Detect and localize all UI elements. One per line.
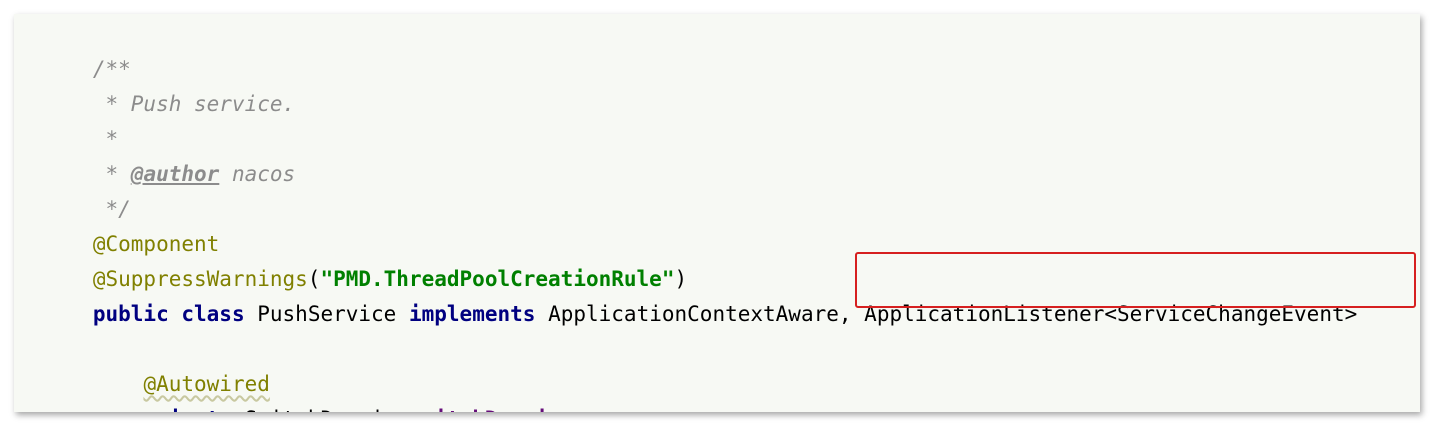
field-type: SwitchDomain xyxy=(245,407,397,412)
keyword-implements: implements xyxy=(408,302,536,326)
code-line-1: /** xyxy=(17,17,131,81)
javadoc-author-value: nacos xyxy=(219,162,296,186)
code-line-10: @Autowired xyxy=(17,332,269,396)
interface-application-context-aware: ApplicationContextAware, xyxy=(548,302,852,326)
javadoc-author-tag: @author xyxy=(130,162,220,186)
code-screenshot-frame: /** * Push service. * * @author nacos */… xyxy=(14,14,1420,412)
class-name: PushService xyxy=(257,302,397,326)
code-line-7: @SuppressWarnings("PMD.ThreadPoolCreatio… xyxy=(17,227,687,291)
keyword-class: class xyxy=(181,302,245,326)
code-editor: /** * Push service. * * @author nacos */… xyxy=(14,14,1420,412)
field-name: switchDomain xyxy=(409,407,561,412)
code-line-2: * Push service. xyxy=(17,52,296,116)
code-line-11: private SwitchDomain switchDomain; xyxy=(17,367,573,412)
semicolon: ; xyxy=(561,407,574,412)
code-line-6: @Component xyxy=(17,192,219,256)
javadoc-description: * Push service. xyxy=(92,92,296,116)
code-line-4: * @author nacos xyxy=(17,122,296,186)
code-line-3: * xyxy=(17,87,119,151)
keyword-public: public xyxy=(92,302,169,326)
highlight-box xyxy=(855,252,1416,308)
code-line-5: */ xyxy=(17,157,131,221)
keyword-private: private xyxy=(143,407,232,412)
